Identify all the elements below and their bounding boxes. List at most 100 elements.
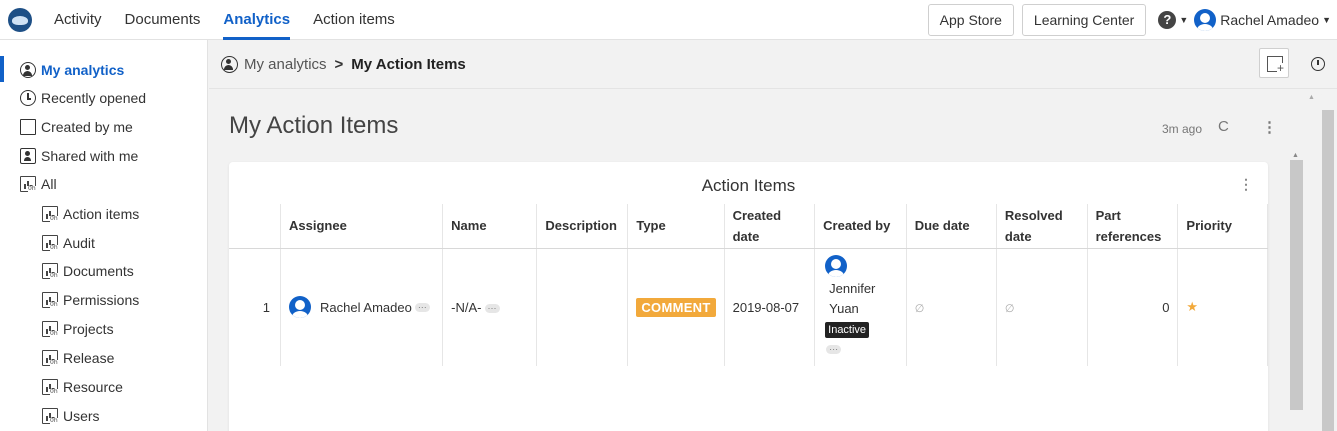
- card-title: Action Items: [701, 176, 796, 195]
- creator-name: Jennifer Yuan: [829, 281, 876, 317]
- sidebar-item-label: Created by me: [41, 119, 133, 135]
- assignee-name: Rachel Amadeo: [320, 299, 412, 315]
- app-store-button[interactable]: App Store: [927, 4, 1014, 36]
- action-items-card: Action Items ⋮ Assignee Name Description…: [229, 162, 1268, 431]
- resolved-date-empty: ∅: [1004, 302, 1015, 315]
- star-icon: ★: [1186, 299, 1199, 315]
- sidebar-item-label: Shared with me: [41, 148, 139, 164]
- chart-icon: [20, 176, 36, 192]
- page-scrollbar-thumb[interactable]: [1322, 110, 1334, 431]
- cell-assignee[interactable]: Rachel Amadeo ···: [280, 248, 444, 366]
- tab-documents[interactable]: Documents: [125, 0, 201, 40]
- cell-resolved-date: ∅: [996, 248, 1088, 366]
- card-scrollbar[interactable]: [1290, 160, 1303, 410]
- tab-analytics[interactable]: Analytics: [223, 0, 291, 40]
- cell-created-by[interactable]: Jennifer Yuan Inactive ···: [814, 248, 907, 366]
- sidebar-item-all[interactable]: All: [20, 172, 57, 196]
- table-row[interactable]: 1 Rachel Amadeo ··· -N/A- ··· COMMENT 201…: [229, 248, 1268, 366]
- name-value: -N/A-: [451, 299, 482, 315]
- column-header-name[interactable]: Name: [442, 204, 538, 249]
- refresh-icon[interactable]: C: [1218, 118, 1229, 135]
- sidebar-item-documents[interactable]: Documents: [42, 259, 134, 283]
- breadcrumb: My analytics > My Action Items: [209, 40, 1337, 89]
- sidebar-item-my-analytics[interactable]: My analytics: [20, 58, 124, 82]
- active-indicator: [0, 56, 4, 82]
- cell-description: [536, 248, 629, 366]
- cell-name[interactable]: -N/A- ···: [442, 248, 538, 366]
- cell-created-date: 2019-08-07: [724, 248, 816, 366]
- question-circle-icon[interactable]: ?: [1158, 11, 1177, 29]
- sidebar-item-projects[interactable]: Projects: [42, 317, 114, 341]
- column-header-created-by[interactable]: Created by: [814, 204, 907, 249]
- file-icon: [20, 119, 36, 135]
- sidebar-item-label: Resource: [63, 379, 123, 395]
- table-header-row: Assignee Name Description Type Created d…: [229, 204, 1268, 249]
- chart-icon: [42, 379, 58, 395]
- sidebar-item-action-items[interactable]: Action items: [42, 202, 139, 226]
- top-navigation: Activity Documents Analytics Action item…: [0, 0, 1337, 40]
- due-date-empty: ∅: [914, 302, 925, 315]
- status-badge: Inactive: [825, 322, 870, 339]
- avatar[interactable]: [1194, 9, 1217, 31]
- sidebar-item-label: Release: [63, 350, 115, 366]
- column-header-due-date[interactable]: Due date: [906, 204, 997, 249]
- assignee-more-icon[interactable]: ···: [414, 302, 430, 312]
- last-refreshed-text: 3m ago: [1162, 122, 1203, 136]
- sidebar-item-audit[interactable]: Audit: [42, 231, 95, 255]
- cell-due-date: ∅: [906, 248, 997, 366]
- tab-activity[interactable]: Activity: [54, 0, 102, 40]
- sidebar-item-label: Projects: [63, 321, 114, 337]
- page-more-options-icon[interactable]: ⋮: [1262, 118, 1277, 136]
- app-logo[interactable]: [8, 7, 32, 32]
- cell-type: COMMENT: [627, 248, 725, 366]
- card-more-options-icon[interactable]: ⋮: [1239, 176, 1253, 193]
- column-header-type[interactable]: Type: [627, 204, 725, 249]
- new-visualization-button[interactable]: [1259, 48, 1289, 78]
- user-menu-name[interactable]: Rachel Amadeo: [1220, 12, 1319, 28]
- card-scroll-up-icon[interactable]: ▲: [1292, 152, 1299, 159]
- top-right-controls: App Store Learning Center ? ▼ Rachel Ama…: [927, 0, 1337, 40]
- sidebar: My analytics Recently opened Created by …: [0, 40, 208, 431]
- user-menu-chevron-down-icon[interactable]: ▼: [1322, 15, 1331, 25]
- type-badge: COMMENT: [636, 297, 716, 317]
- sidebar-item-resource[interactable]: Resource: [42, 375, 123, 399]
- sidebar-item-permissions[interactable]: Permissions: [42, 288, 139, 312]
- breadcrumb-root-link[interactable]: My analytics: [244, 56, 327, 73]
- row-index: 1: [229, 248, 282, 366]
- creator-more-icon[interactable]: ···: [826, 345, 842, 355]
- sidebar-item-release[interactable]: Release: [42, 346, 114, 370]
- assignee-avatar: [289, 296, 312, 319]
- column-header-resolved-date[interactable]: Resolved date: [996, 204, 1088, 249]
- history-icon[interactable]: [1311, 57, 1325, 71]
- user-circle-icon: [221, 55, 238, 73]
- sidebar-item-label: Documents: [63, 263, 134, 279]
- clock-icon: [20, 90, 36, 106]
- column-header-assignee[interactable]: Assignee: [280, 204, 444, 249]
- sidebar-item-recently-opened[interactable]: Recently opened: [20, 86, 146, 110]
- chart-icon: [42, 235, 58, 251]
- name-more-icon[interactable]: ···: [484, 303, 500, 313]
- column-header-index: [229, 204, 282, 249]
- column-header-description[interactable]: Description: [536, 204, 629, 249]
- learning-center-button[interactable]: Learning Center: [1021, 4, 1147, 36]
- column-header-priority[interactable]: Priority: [1177, 204, 1268, 249]
- sidebar-item-label: All: [41, 176, 57, 192]
- sidebar-item-label: Audit: [63, 235, 95, 251]
- chart-icon: [42, 292, 58, 308]
- sidebar-item-users[interactable]: Users: [42, 404, 100, 428]
- column-header-created-date[interactable]: Created date: [724, 204, 816, 249]
- chart-icon: [42, 350, 58, 366]
- sidebar-item-label: Action items: [63, 206, 140, 222]
- column-header-part-references[interactable]: Part references: [1087, 204, 1179, 249]
- sidebar-item-shared-with-me[interactable]: Shared with me: [20, 144, 138, 168]
- chart-icon: [42, 321, 58, 337]
- sidebar-item-label: Permissions: [63, 292, 140, 308]
- chevron-down-icon[interactable]: ▼: [1179, 15, 1188, 25]
- breadcrumb-separator: >: [334, 55, 344, 73]
- chart-icon: [42, 206, 58, 222]
- user-circle-icon: [20, 62, 36, 78]
- page-title: My Action Items: [229, 112, 399, 139]
- tab-action-items[interactable]: Action items: [313, 0, 395, 40]
- sidebar-item-created-by-me[interactable]: Created by me: [20, 115, 133, 139]
- shared-icon: [20, 148, 36, 164]
